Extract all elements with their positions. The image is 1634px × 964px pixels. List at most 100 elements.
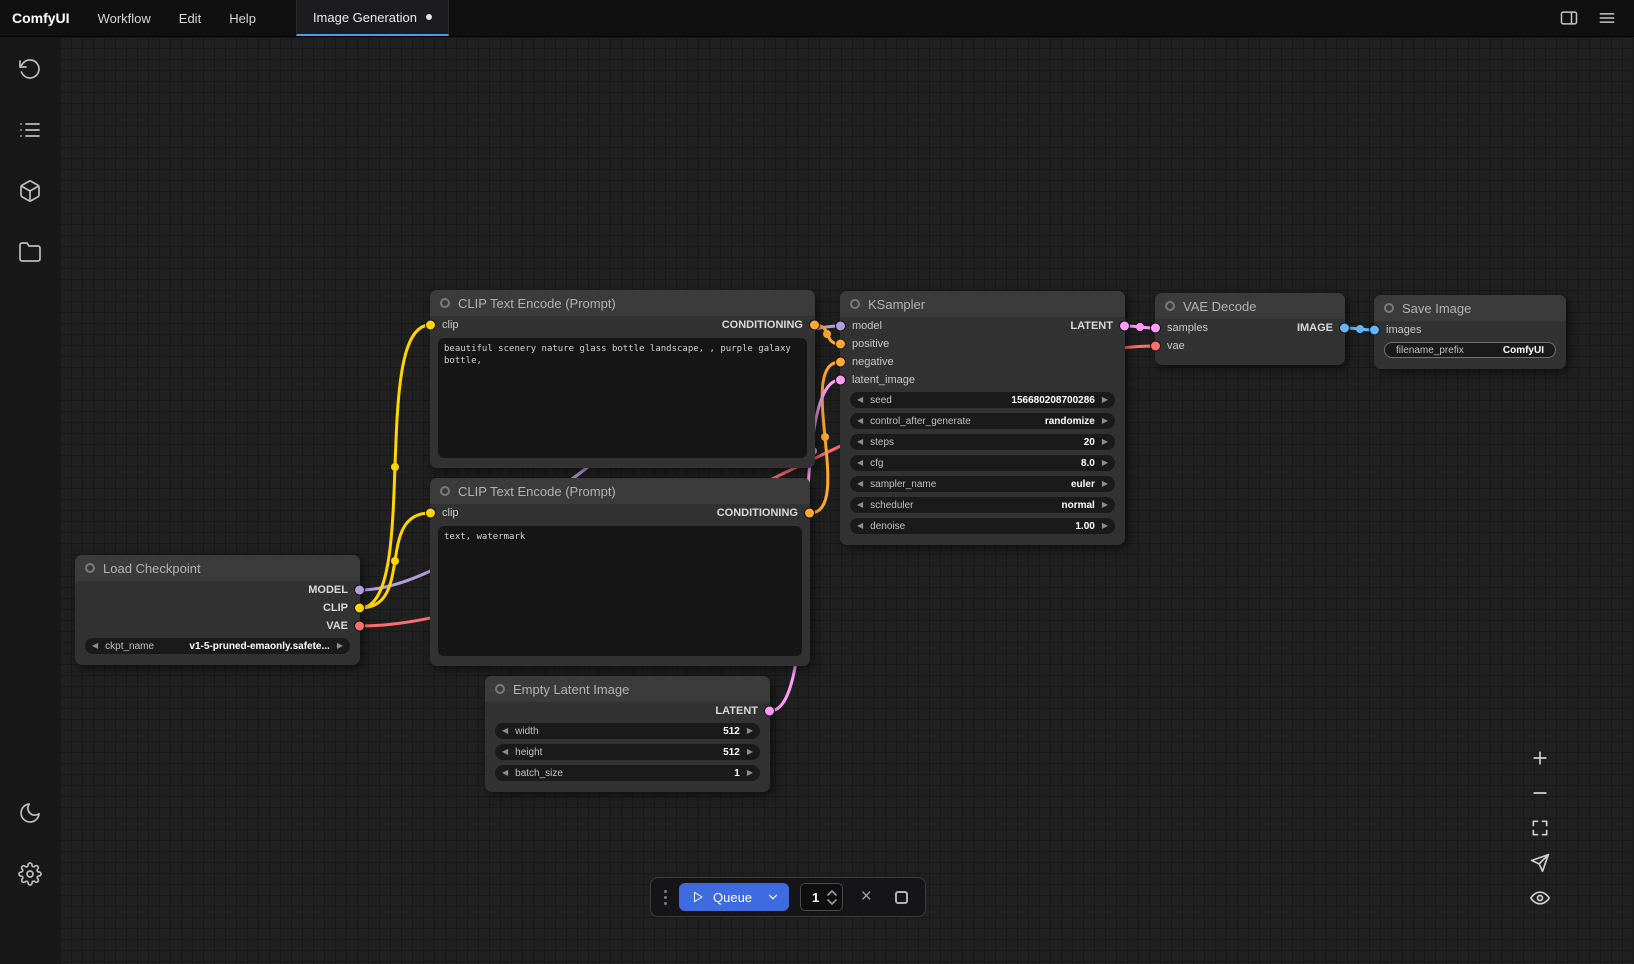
node-library-list-icon[interactable]: [10, 110, 50, 150]
collapse-dot[interactable]: [1165, 301, 1175, 311]
increment-arrow-icon[interactable]: ▶: [1102, 396, 1108, 404]
zoom-out-icon[interactable]: [1528, 781, 1552, 805]
output-port-latent[interactable]: [765, 707, 774, 716]
node-load-checkpoint[interactable]: Load Checkpoint MODEL CLIP VAE ◀ ckpt_na…: [75, 555, 360, 665]
node-empty-latent-image[interactable]: Empty Latent Image LATENT ◀ width 512 ▶ …: [485, 676, 770, 792]
widget-sampler-name[interactable]: ◀ sampler_name euler ▶: [850, 476, 1115, 492]
input-port-images[interactable]: [1370, 326, 1379, 335]
settings-gear-icon[interactable]: [10, 854, 50, 894]
batch-count-input[interactable]: 1: [800, 883, 843, 911]
increment-arrow-icon[interactable]: ▶: [1102, 501, 1108, 509]
node-header[interactable]: Load Checkpoint: [75, 555, 360, 581]
input-port-samples[interactable]: [1151, 324, 1160, 333]
hamburger-menu-icon[interactable]: [1596, 7, 1618, 29]
widget-denoise[interactable]: ◀ denoise 1.00 ▶: [850, 518, 1115, 534]
decrement-arrow-icon[interactable]: ◀: [857, 417, 863, 425]
decrement-arrow-icon[interactable]: ◀: [857, 501, 863, 509]
queue-button-main[interactable]: Queue: [679, 883, 764, 911]
increment-arrow-icon[interactable]: ▶: [747, 769, 753, 777]
widget-seed[interactable]: ◀ seed 156680208700286 ▶: [850, 392, 1115, 408]
input-port-model[interactable]: [836, 322, 845, 331]
increment-arrow-icon[interactable]: ▶: [337, 642, 343, 650]
increment-arrow-icon[interactable]: ▶: [1102, 480, 1108, 488]
prompt-text-area[interactable]: beautiful scenery nature glass bottle la…: [438, 338, 807, 458]
queue-dropdown-caret[interactable]: [764, 883, 789, 911]
toggle-panel-icon[interactable]: [1558, 7, 1580, 29]
interrupt-close-icon[interactable]: ×: [854, 885, 878, 909]
output-port-model[interactable]: [355, 586, 364, 595]
decrement-arrow-icon[interactable]: ◀: [857, 396, 863, 404]
decrement-arrow-icon[interactable]: ◀: [857, 438, 863, 446]
decrement-arrow-icon[interactable]: ◀: [502, 748, 508, 756]
input-port-clip[interactable]: [426, 321, 435, 330]
increment-arrow-icon[interactable]: ▶: [1102, 417, 1108, 425]
node-header[interactable]: Save Image: [1374, 295, 1566, 321]
output-port-latent[interactable]: [1120, 322, 1129, 331]
widget-steps[interactable]: ◀ steps 20 ▶: [850, 434, 1115, 450]
decrement-arrow-icon[interactable]: ◀: [857, 480, 863, 488]
collapse-dot[interactable]: [440, 486, 450, 496]
collapse-dot[interactable]: [850, 299, 860, 309]
input-port-negative[interactable]: [836, 358, 845, 367]
increment-arrow-icon[interactable]: ▶: [747, 727, 753, 735]
node-clip-text-encode-negative[interactable]: CLIP Text Encode (Prompt) clip CONDITION…: [430, 478, 810, 666]
increment-arrow-icon[interactable]: ▶: [1102, 459, 1108, 467]
output-port-clip[interactable]: [355, 604, 364, 613]
collapse-dot[interactable]: [440, 298, 450, 308]
node-vae-decode[interactable]: VAE Decode samples IMAGE vae: [1155, 293, 1345, 365]
drag-handle[interactable]: [663, 890, 668, 905]
increment-arrow-icon[interactable]: ▶: [1102, 438, 1108, 446]
node-header[interactable]: Empty Latent Image: [485, 676, 770, 702]
output-port-image[interactable]: [1340, 324, 1349, 333]
zoom-in-icon[interactable]: [1528, 746, 1552, 770]
select-mode-arrow-icon[interactable]: [1528, 851, 1552, 875]
decrement-arrow-icon[interactable]: ◀: [92, 642, 98, 650]
decrement-arrow-icon[interactable]: ◀: [502, 727, 508, 735]
output-port-conditioning[interactable]: [805, 509, 814, 518]
node-header[interactable]: KSampler: [840, 291, 1125, 317]
widget-batch-size[interactable]: ◀ batch_size 1 ▶: [495, 765, 760, 781]
increment-arrow-icon[interactable]: ▶: [1102, 522, 1108, 530]
decrement-arrow-icon[interactable]: ◀: [857, 459, 863, 467]
toggle-link-visibility-eye-icon[interactable]: [1528, 886, 1552, 910]
tab-image-generation[interactable]: Image Generation: [296, 0, 449, 36]
input-port-vae[interactable]: [1151, 342, 1160, 351]
widget-cfg[interactable]: ◀ cfg 8.0 ▶: [850, 455, 1115, 471]
input-port-clip[interactable]: [426, 509, 435, 518]
menu-workflow[interactable]: Workflow: [84, 0, 165, 36]
node-header[interactable]: VAE Decode: [1155, 293, 1345, 319]
output-port-vae[interactable]: [355, 622, 364, 631]
queue-history-icon[interactable]: [10, 49, 50, 89]
theme-moon-icon[interactable]: [10, 793, 50, 833]
model-library-box-icon[interactable]: [10, 171, 50, 211]
widget-height[interactable]: ◀ height 512 ▶: [495, 744, 760, 760]
widget-width[interactable]: ◀ width 512 ▶: [495, 723, 760, 739]
increment-arrow-icon[interactable]: ▶: [747, 748, 753, 756]
fit-view-icon[interactable]: [1528, 816, 1552, 840]
node-header[interactable]: CLIP Text Encode (Prompt): [430, 290, 815, 316]
menu-edit[interactable]: Edit: [165, 0, 215, 36]
decrement-arrow-icon[interactable]: ◀: [502, 769, 508, 777]
graph-canvas[interactable]: Load Checkpoint MODEL CLIP VAE ◀ ckpt_na…: [60, 37, 1634, 964]
input-port-latent-image[interactable]: [836, 376, 845, 385]
node-save-image[interactable]: Save Image images filename_prefix ComfyU…: [1374, 295, 1566, 369]
decrement-arrow-icon[interactable]: ◀: [857, 522, 863, 530]
node-clip-text-encode-positive[interactable]: CLIP Text Encode (Prompt) clip CONDITION…: [430, 290, 815, 468]
collapse-dot[interactable]: [1384, 303, 1394, 313]
queue-button[interactable]: Queue: [679, 883, 789, 911]
widget-control-after-generate[interactable]: ◀ control_after_generate randomize ▶: [850, 413, 1115, 429]
input-port-positive[interactable]: [836, 340, 845, 349]
clear-queue-stop-icon[interactable]: [889, 885, 913, 909]
collapse-dot[interactable]: [85, 563, 95, 573]
collapse-dot[interactable]: [495, 684, 505, 694]
widget-ckpt-name[interactable]: ◀ ckpt_name v1-5-pruned-emaonly.safete..…: [85, 638, 350, 654]
stepper-down-icon[interactable]: [827, 899, 837, 905]
workflows-folder-icon[interactable]: [10, 232, 50, 272]
prompt-text-area[interactable]: text, watermark: [438, 526, 802, 656]
widget-filename-prefix[interactable]: filename_prefix ComfyUI: [1384, 342, 1556, 358]
node-header[interactable]: CLIP Text Encode (Prompt): [430, 478, 810, 504]
node-ksampler[interactable]: KSampler model LATENT positive negative …: [840, 291, 1125, 545]
widget-scheduler[interactable]: ◀ scheduler normal ▶: [850, 497, 1115, 513]
menu-help[interactable]: Help: [215, 0, 270, 36]
output-port-conditioning[interactable]: [810, 321, 819, 330]
